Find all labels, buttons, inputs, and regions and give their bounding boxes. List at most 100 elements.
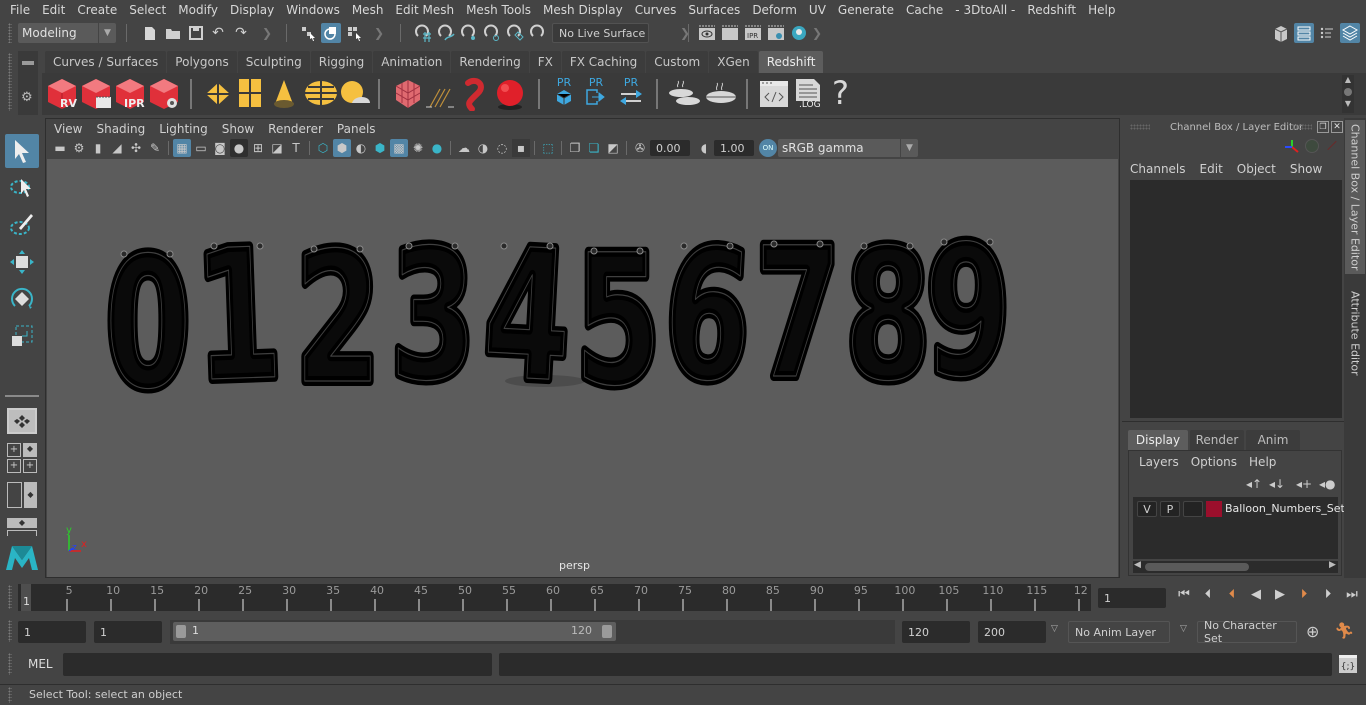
layer-menu-layers[interactable]: Layers [1133, 455, 1185, 469]
range-start-handle[interactable] [176, 625, 186, 638]
move-layer-down-icon[interactable]: ◂↓ [1269, 477, 1285, 491]
single-perspective-layout-icon[interactable] [7, 408, 37, 434]
move-layer-up-icon[interactable]: ◂↑ [1246, 477, 1262, 491]
lasso-tool-icon[interactable] [5, 171, 39, 205]
menu-modify[interactable]: Modify [172, 3, 224, 17]
screen-space-ao-icon[interactable]: ☁ [455, 139, 473, 157]
depth-of-field-icon[interactable]: ▪ [512, 139, 530, 157]
live-surface-field[interactable]: No Live Surface [552, 23, 649, 43]
2d-pan-zoom-icon[interactable]: ✣ [127, 139, 145, 157]
channel-box-toggle-icon[interactable] [1340, 23, 1360, 43]
redshift-bake-icon[interactable] [704, 79, 738, 112]
menu-windows[interactable]: Windows [280, 3, 346, 17]
persp-graph-layout-icon[interactable]: ◆ [7, 518, 37, 536]
collapse-arrow-icon[interactable]: ❯ [262, 26, 272, 40]
drag-handle[interactable] [1292, 124, 1312, 130]
exposure-field[interactable]: 0.00 [650, 140, 690, 156]
menu-display[interactable]: Display [224, 3, 280, 17]
collapse-arrow-icon[interactable]: ❯ [374, 26, 384, 40]
snap-to-view-plane-icon[interactable] [482, 23, 502, 43]
shelf-tab-rendering[interactable]: Rendering [451, 51, 529, 73]
use-all-lights-icon[interactable]: ✺ [409, 139, 427, 157]
image-plane-icon[interactable]: ◢ [108, 139, 126, 157]
motion-blur-icon[interactable]: ◑ [474, 139, 492, 157]
redshift-render-view-icon[interactable]: RV [46, 77, 78, 111]
select-camera-icon[interactable]: ▬ [51, 139, 69, 157]
redshift-area-light-icon[interactable] [202, 79, 234, 112]
safe-action-icon[interactable]: ◪ [268, 139, 286, 157]
viewport-menu-lighting[interactable]: Lighting [152, 122, 215, 136]
shelf-tab-fx-caching[interactable]: FX Caching [561, 51, 646, 73]
menu-select[interactable]: Select [123, 3, 172, 17]
select-tool-icon[interactable] [5, 134, 39, 168]
paint-select-tool-icon[interactable] [5, 208, 39, 242]
menu-3dtoall[interactable]: - 3DtoAll - [949, 3, 1021, 17]
snap-to-grid-icon[interactable] [413, 23, 433, 43]
balloon-digit-3[interactable]: 33 [385, 207, 481, 426]
shadows-icon[interactable]: ● [428, 139, 446, 157]
shelf-tab-custom[interactable]: Custom [646, 51, 709, 73]
rotate-tool-icon[interactable] [5, 282, 39, 316]
make-live-icon[interactable] [505, 23, 525, 43]
tab-channel-box[interactable]: Channel Box / Layer Editor [1345, 120, 1365, 274]
scroll-up-icon[interactable]: ▲ [1342, 75, 1354, 85]
speed-setting-icon[interactable] [1305, 139, 1319, 153]
channel-list[interactable] [1130, 180, 1342, 418]
redshift-dome-light-icon[interactable] [304, 79, 338, 110]
render-frame-icon[interactable] [720, 23, 740, 43]
balloon-digit-9[interactable]: 99 [920, 203, 1016, 422]
xray-icon[interactable]: ❐ [566, 139, 584, 157]
current-frame-field[interactable]: 1 [1098, 588, 1166, 608]
snap-to-curve-icon[interactable] [436, 23, 456, 43]
layer-visibility-toggle[interactable]: V [1137, 501, 1157, 517]
bookmark-icon[interactable]: ▮ [89, 139, 107, 157]
workspace-dropdown[interactable]: Modeling ▼ [18, 23, 116, 43]
layer-playback-toggle[interactable]: P [1160, 501, 1180, 517]
balloon-digit-5[interactable]: 55 [570, 212, 666, 431]
viewport-menu-view[interactable]: View [47, 122, 89, 136]
snap-to-surface-icon[interactable] [528, 23, 548, 43]
layer-display-type-toggle[interactable] [1183, 501, 1203, 517]
redshift-volume-icon[interactable] [460, 77, 490, 114]
drag-handle[interactable] [1130, 124, 1150, 130]
shelf-tab-xgen[interactable]: XGen [709, 51, 758, 73]
drag-handle[interactable] [8, 23, 12, 43]
animation-start-field[interactable]: 1 [18, 621, 86, 643]
snap-to-point-icon[interactable] [459, 23, 479, 43]
play-forwards-icon[interactable]: ▶ [1270, 587, 1290, 602]
new-layer-selected-icon[interactable]: ◂● [1319, 477, 1336, 491]
redshift-hair-icon[interactable] [426, 83, 456, 112]
3d-viewport[interactable]: 00112233445566778899 y x z persp [47, 159, 1118, 577]
anim-layer-dropdown[interactable]: No Anim Layer [1068, 621, 1170, 643]
command-input[interactable] [63, 653, 492, 676]
balloon-numbers-mesh[interactable]: 00 1122 33 44556677 8899 [47, 159, 1118, 577]
redshift-ipr-icon[interactable]: IPR [114, 77, 146, 111]
close-panel-icon[interactable]: ✕ [1331, 121, 1343, 133]
layer-color-swatch[interactable] [1206, 501, 1222, 517]
go-to-start-icon[interactable]: ⏮ [1174, 587, 1194, 602]
smooth-shade-icon[interactable]: ⬢ [333, 139, 351, 157]
menu-edit[interactable]: Edit [36, 3, 71, 17]
shelf-tab-redshift[interactable]: Redshift [758, 51, 824, 73]
command-drag-handle[interactable] [8, 653, 12, 675]
film-gate-icon[interactable]: ▭ [192, 139, 210, 157]
layer-tab-render[interactable]: Render [1190, 430, 1244, 450]
redshift-pr-object-icon[interactable]: PR [551, 76, 577, 112]
float-panel-icon[interactable]: ❐ [1317, 121, 1329, 133]
layer-horizontal-scrollbar[interactable]: ◀ ▶ [1133, 560, 1338, 573]
command-language-toggle[interactable]: MEL [28, 657, 53, 671]
wireframe-icon[interactable]: ⬡ [314, 139, 332, 157]
menu-file[interactable]: File [4, 3, 36, 17]
select-hierarchy-icon[interactable] [298, 23, 318, 43]
script-editor-icon[interactable]: {;} [1339, 655, 1357, 673]
new-empty-layer-icon[interactable]: ◂+ [1296, 477, 1312, 491]
balloon-digit-6[interactable]: 66 [654, 205, 761, 428]
menu-mesh[interactable]: Mesh [346, 3, 390, 17]
channel-box-menu-edit[interactable]: Edit [1193, 162, 1230, 176]
menu-curves[interactable]: Curves [629, 3, 683, 17]
viewport-menu-shading[interactable]: Shading [89, 122, 152, 136]
shelf-tab-rigging[interactable]: Rigging [310, 51, 373, 73]
step-back-frame-icon[interactable]: ⏴ [1198, 587, 1218, 602]
hypershade-icon[interactable] [789, 23, 809, 43]
playback-start-field[interactable]: 1 [94, 621, 162, 643]
